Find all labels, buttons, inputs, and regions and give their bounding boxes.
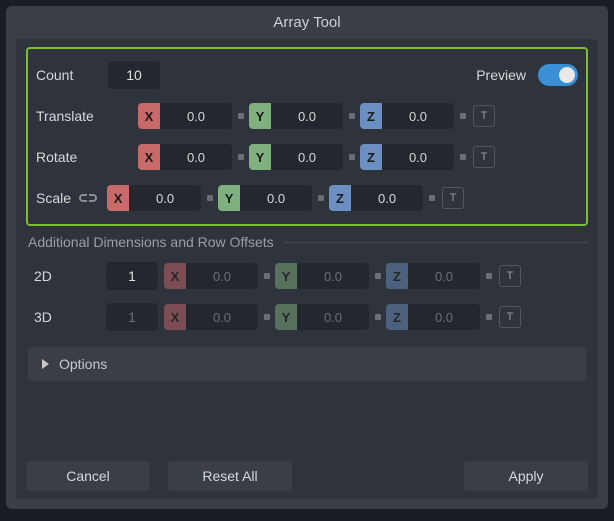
additional-header-label: Additional Dimensions and Row Offsets <box>28 234 274 250</box>
lock-dot[interactable] <box>238 154 244 160</box>
options-label: Options <box>59 356 107 372</box>
reset-all-button[interactable]: Reset All <box>168 461 292 491</box>
label-3d: 3D <box>34 309 106 325</box>
axis-z-tag: Z <box>386 304 408 330</box>
axis-x-tag: X <box>107 185 129 211</box>
axis-y-tag: Y <box>275 304 297 330</box>
3d-x-input <box>186 304 258 330</box>
axis-y-tag: Y <box>275 263 297 289</box>
3d-y-input <box>297 304 369 330</box>
count-label: Count <box>36 67 108 83</box>
reset-rotate-button[interactable]: T <box>473 146 495 168</box>
cancel-button[interactable]: Cancel <box>26 461 150 491</box>
lock-dot[interactable] <box>349 113 355 119</box>
count-3d-input <box>106 303 158 331</box>
footer: Cancel Reset All Apply <box>26 443 588 491</box>
preview-label: Preview <box>476 67 526 83</box>
preview-toggle[interactable] <box>538 64 578 86</box>
scale-label: Scale <box>36 190 71 206</box>
lock-dot[interactable] <box>318 195 324 201</box>
count-input[interactable] <box>108 61 160 89</box>
scale-row: Scale X Y Z T <box>36 182 578 214</box>
scale-x-input[interactable] <box>129 185 201 211</box>
lock-dot[interactable] <box>429 195 435 201</box>
axis-y-tag: Y <box>249 103 271 129</box>
axis-y-tag: Y <box>249 144 271 170</box>
lock-dot[interactable] <box>486 273 492 279</box>
lock-dot[interactable] <box>349 154 355 160</box>
apply-button[interactable]: Apply <box>464 461 588 491</box>
translate-z-input[interactable] <box>382 103 454 129</box>
lock-dot[interactable] <box>460 154 466 160</box>
lock-dot <box>264 314 270 320</box>
rotate-row: Rotate X Y Z T <box>36 141 578 173</box>
panel-content: Count Preview Translate X Y Z T <box>16 39 598 499</box>
lock-dot <box>486 314 492 320</box>
count-row: Count Preview <box>36 59 578 91</box>
translate-y-input[interactable] <box>271 103 343 129</box>
rotate-label: Rotate <box>36 149 108 165</box>
lock-dot[interactable] <box>460 113 466 119</box>
axis-z-tag: Z <box>360 103 382 129</box>
2d-x-input[interactable] <box>186 263 258 289</box>
scale-z-input[interactable] <box>351 185 423 211</box>
axis-y-tag: Y <box>218 185 240 211</box>
axis-z-tag: Z <box>329 185 351 211</box>
lock-dot[interactable] <box>375 273 381 279</box>
row-2d: 2D X Y Z T <box>34 260 580 292</box>
count-2d-input[interactable] <box>106 262 158 290</box>
reset-translate-button[interactable]: T <box>473 105 495 127</box>
rotate-y-input[interactable] <box>271 144 343 170</box>
scale-y-input[interactable] <box>240 185 312 211</box>
translate-row: Translate X Y Z T <box>36 100 578 132</box>
translate-label: Translate <box>36 108 108 124</box>
reset-scale-button[interactable]: T <box>442 187 464 209</box>
axis-x-tag: X <box>164 263 186 289</box>
translate-x-input[interactable] <box>160 103 232 129</box>
primary-group-highlight: Count Preview Translate X Y Z T <box>26 47 588 226</box>
reset-3d-button[interactable]: T <box>499 306 521 328</box>
axis-x-tag: X <box>164 304 186 330</box>
divider <box>284 242 588 243</box>
axis-z-tag: Z <box>386 263 408 289</box>
panel-title: Array Tool <box>6 6 608 39</box>
additional-header: Additional Dimensions and Row Offsets <box>28 234 588 250</box>
2d-y-input[interactable] <box>297 263 369 289</box>
label-2d: 2D <box>34 268 106 284</box>
3d-z-input <box>408 304 480 330</box>
axis-z-tag: Z <box>360 144 382 170</box>
chevron-right-icon <box>42 359 49 369</box>
2d-z-input[interactable] <box>408 263 480 289</box>
toggle-knob <box>559 67 575 83</box>
axis-x-tag: X <box>138 144 160 170</box>
row-3d: 3D X Y Z T <box>34 301 580 333</box>
lock-dot[interactable] <box>238 113 244 119</box>
link-icon[interactable] <box>77 189 99 207</box>
lock-dot <box>375 314 381 320</box>
lock-dot[interactable] <box>207 195 213 201</box>
rotate-x-input[interactable] <box>160 144 232 170</box>
axis-x-tag: X <box>138 103 160 129</box>
reset-2d-button[interactable]: T <box>499 265 521 287</box>
options-expander[interactable]: Options <box>28 347 586 381</box>
rotate-z-input[interactable] <box>382 144 454 170</box>
array-tool-panel: Array Tool Count Preview Translate X Y <box>6 6 608 509</box>
lock-dot[interactable] <box>264 273 270 279</box>
